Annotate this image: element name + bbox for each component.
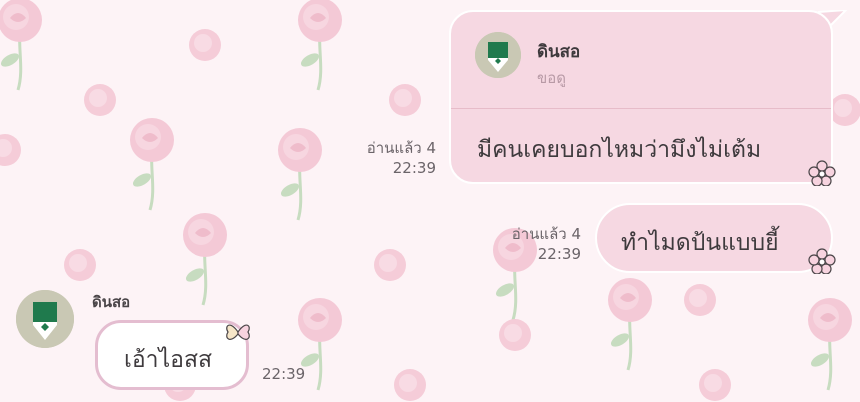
sender-avatar[interactable] (16, 290, 74, 348)
quoted-message[interactable]: ดินสอ ขอดู (451, 12, 831, 108)
pencil-icon (16, 290, 74, 348)
quoted-sender-name: ดินสอ (537, 42, 581, 62)
pencil-icon (475, 32, 521, 78)
message-time: 22:39 (537, 245, 581, 263)
sender-name: ดินสอ (92, 293, 131, 311)
message-text: เอ้าไอสส (124, 347, 213, 373)
quoted-avatar (475, 32, 521, 78)
message-text: มีคนเคยบอกไหมว่ามึงไม่เต้ม (477, 137, 762, 163)
message-time: 22:39 (392, 159, 436, 177)
outgoing-meta: อ่านแล้ว 4 22:39 (483, 224, 581, 264)
flower-sticker-icon (808, 160, 836, 186)
reply-meta: อ่านแล้ว 4 22:39 (338, 138, 436, 178)
quote-divider (451, 108, 831, 109)
incoming-meta: 22:39 (262, 364, 305, 384)
butterfly-sticker-icon (226, 324, 250, 340)
quoted-text: ขอดู (537, 69, 567, 87)
flower-sticker-icon (808, 248, 836, 274)
read-status: อ่านแล้ว 4 (511, 225, 581, 243)
read-status: อ่านแล้ว 4 (366, 139, 436, 157)
message-time: 22:39 (262, 365, 306, 383)
reply-message-bubble[interactable]: ดินสอ ขอดู มีคนเคยบอกไหมว่ามึงไม่เต้ม (449, 10, 833, 184)
outgoing-message-bubble[interactable]: ทำไมดป้นแบบยี้ (595, 203, 833, 273)
message-text: ทำไมดป้นแบบยี้ (621, 230, 779, 256)
